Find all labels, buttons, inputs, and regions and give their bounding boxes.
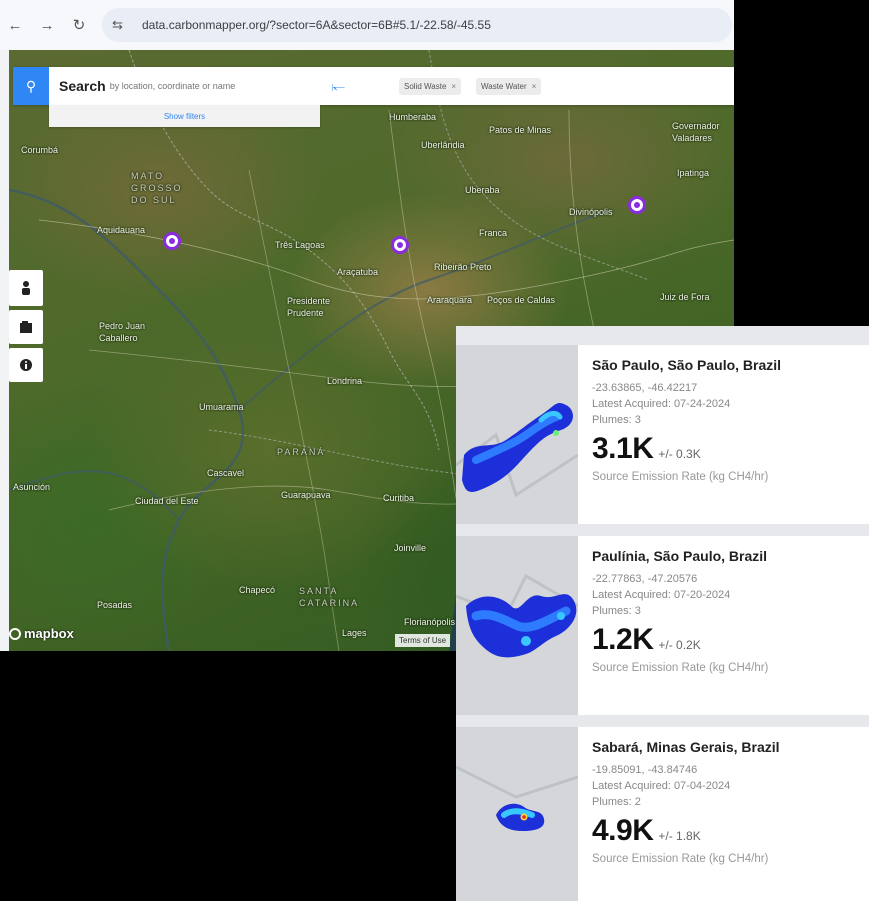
map-label: Três Lagoas	[275, 240, 325, 250]
map-label: Divinópolis	[569, 207, 613, 217]
emission-rate-label: Source Emission Rate (kg CH4/hr)	[592, 471, 769, 483]
emission-source-marker[interactable]	[628, 196, 646, 214]
emission-uncertainty: +/- 1.8K	[658, 829, 701, 843]
emission-rate: 4.9K	[592, 814, 654, 847]
map-label: Asunción	[13, 482, 51, 492]
remove-chip-icon[interactable]: ×	[532, 82, 537, 91]
emission-uncertainty: +/- 0.2K	[658, 638, 701, 652]
map-label: Ipatinga	[677, 168, 710, 178]
map-label: PARANÁ	[277, 447, 326, 457]
detection-coordinates: -23.63865, -46.42217	[592, 382, 698, 394]
map-label: Governador Valadares	[672, 121, 720, 143]
mapbox-attribution: mapbox	[24, 626, 74, 641]
search-title: Search	[59, 78, 106, 94]
map-label: Pedro Juan Caballero	[99, 321, 146, 343]
search-panel: ⚲ Search ⥖ Solid Waste × Waste Water ×	[13, 67, 734, 105]
info-icon[interactable]	[9, 348, 43, 382]
filter-chip-waste-water[interactable]: Waste Water ×	[476, 78, 542, 95]
detection-location: São Paulo, São Paulo, Brazil	[592, 357, 782, 373]
map-label: MATO GROSSO DO SUL	[131, 171, 183, 205]
emission-rate-label: Source Emission Rate (kg CH4/hr)	[592, 853, 769, 865]
map-label: Uberlândia	[421, 140, 465, 150]
back-icon[interactable]: ←	[2, 12, 28, 38]
detection-acquired-date: Latest Acquired: 07-24-2024	[592, 398, 731, 410]
map-label: Londrina	[327, 376, 363, 386]
browser-toolbar: ← → ↻ ⇆ data.carbonmapper.org/?sector=6A…	[0, 0, 734, 50]
layers-icon[interactable]	[9, 310, 43, 344]
map-label: Patos de Minas	[489, 125, 552, 135]
map-label: Poços de Caldas	[487, 295, 556, 305]
emission-rate: 1.2K	[592, 623, 654, 656]
map-label: Ciudad del Este	[135, 496, 199, 506]
site-settings-icon[interactable]: ⇆	[112, 17, 132, 33]
map-label: Araçatuba	[337, 267, 379, 277]
map-label: Chapecó	[239, 585, 276, 595]
detection-location: Paulínia, São Paulo, Brazil	[592, 548, 768, 564]
show-filters-button[interactable]: Show filters	[49, 105, 320, 127]
mapbox-logo[interactable]: mapbox	[9, 626, 74, 641]
detection-acquired-date: Latest Acquired: 07-04-2024	[592, 780, 731, 792]
terms-link[interactable]: Terms of Use	[395, 634, 451, 647]
map-label: Humberaba	[389, 112, 437, 122]
map-label: Cascavel	[207, 468, 245, 478]
plume-thumbnail	[456, 536, 578, 715]
map-label: Juiz de Fora	[660, 292, 710, 302]
search-icon[interactable]: ⚲	[13, 67, 49, 105]
url-text[interactable]: data.carbonmapper.org/?sector=6A&sector=…	[142, 18, 491, 32]
map-label: Guarapuava	[281, 490, 331, 500]
map-label: Ribeirão Preto	[434, 262, 492, 272]
detection-card[interactable]: Paulínia, São Paulo, Brazil -22.77863, -…	[456, 536, 869, 715]
map-label: Posadas	[97, 600, 133, 610]
detection-acquired-date: Latest Acquired: 07-20-2024	[592, 589, 731, 601]
detection-cards-panel: São Paulo, São Paulo, Brazil -23.63865, …	[456, 326, 869, 901]
filter-chip-label: Solid Waste	[404, 82, 447, 91]
map-label: Presidente Prudente	[287, 296, 331, 318]
filter-icon[interactable]: ⥖	[328, 77, 348, 97]
plume-thumbnail	[456, 727, 578, 901]
detection-plume-count: Plumes: 3	[592, 605, 641, 617]
map-label: Joinville	[394, 543, 427, 553]
emission-rate-label: Source Emission Rate (kg CH4/hr)	[592, 662, 769, 674]
detection-location: Sabará, Minas Gerais, Brazil	[592, 739, 780, 755]
map-label: Aquidauana	[97, 225, 146, 235]
detection-card[interactable]: São Paulo, São Paulo, Brazil -23.63865, …	[456, 345, 869, 524]
map-label: Corumbá	[21, 145, 59, 155]
detection-card[interactable]: Sabará, Minas Gerais, Brazil -19.85091, …	[456, 727, 869, 901]
map-label: Florianópolis	[404, 617, 456, 627]
map-label: Curitiba	[383, 493, 415, 503]
map-label: Franca	[479, 228, 508, 238]
forward-icon[interactable]: →	[34, 12, 60, 38]
emission-source-marker[interactable]	[391, 236, 409, 254]
remove-chip-icon[interactable]: ×	[451, 82, 456, 91]
search-input[interactable]	[109, 81, 310, 91]
map-label: Araraquara	[427, 295, 473, 305]
map-label: Lages	[342, 628, 367, 638]
mapbox-logo-icon	[9, 627, 21, 640]
emission-rate: 3.1K	[592, 432, 654, 465]
person-icon[interactable]	[9, 270, 43, 306]
detection-coordinates: -19.85091, -43.84746	[592, 764, 698, 776]
reload-icon[interactable]: ↻	[66, 12, 92, 38]
address-bar[interactable]: ⇆ data.carbonmapper.org/?sector=6A&secto…	[102, 8, 732, 42]
detection-coordinates: -22.77863, -47.20576	[592, 573, 698, 585]
detection-plume-count: Plumes: 3	[592, 414, 641, 426]
emission-uncertainty: +/- 0.3K	[658, 447, 701, 461]
emission-source-marker[interactable]	[163, 232, 181, 250]
filter-chip-solid-waste[interactable]: Solid Waste ×	[399, 78, 462, 95]
plume-thumbnail	[456, 345, 578, 524]
map-label: Umuarama	[199, 402, 244, 412]
map-label: SANTA CATARINA	[299, 586, 360, 608]
detection-plume-count: Plumes: 2	[592, 796, 641, 808]
filter-chip-label: Waste Water	[481, 82, 527, 91]
map-label: Uberaba	[465, 185, 500, 195]
